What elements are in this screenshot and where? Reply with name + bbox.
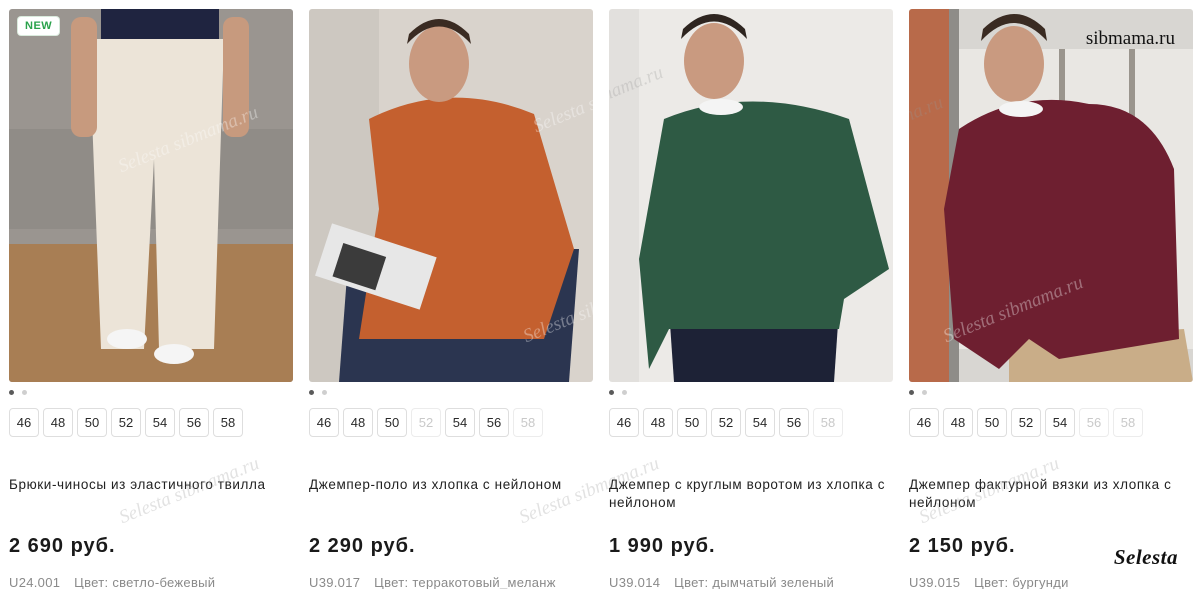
- size-option: 56: [1079, 408, 1109, 437]
- product-title[interactable]: Джемпер фактурной вязки из хлопка с нейл…: [909, 476, 1193, 512]
- size-option[interactable]: 50: [677, 408, 707, 437]
- product-card[interactable]: Selesta sibmama.ru Selesta sibmama.ru 46…: [309, 9, 593, 589]
- size-option: 58: [513, 408, 543, 437]
- product-sku: U39.015: [909, 575, 961, 589]
- size-option[interactable]: 48: [943, 408, 973, 437]
- size-option[interactable]: 48: [343, 408, 373, 437]
- product-title[interactable]: Джемпер с круглым воротом из хлопка с не…: [609, 476, 893, 512]
- size-option[interactable]: 56: [779, 408, 809, 437]
- product-meta: U39.014 Цвет: дымчатый зеленый: [609, 575, 834, 589]
- size-option[interactable]: 54: [1045, 408, 1075, 437]
- size-option[interactable]: 48: [643, 408, 673, 437]
- product-price: 1 990 руб.: [609, 535, 716, 557]
- product-meta: U39.015 Цвет: бургунди: [909, 575, 1069, 589]
- size-option[interactable]: 50: [377, 408, 407, 437]
- product-card[interactable]: sibmama.ru Selesta sibmama.ru Selesta si…: [909, 9, 1193, 589]
- carousel-dot[interactable]: [22, 390, 27, 395]
- product-photo[interactable]: sibmama.ru Selesta sibmama.ru Selesta si…: [909, 9, 1193, 382]
- product-photo[interactable]: NEW Selesta sibmama.ru: [9, 9, 293, 382]
- size-option[interactable]: 54: [745, 408, 775, 437]
- product-image: [309, 9, 593, 382]
- product-sku: U39.014: [609, 575, 661, 589]
- product-sku: U24.001: [9, 575, 61, 589]
- size-option[interactable]: 46: [609, 408, 639, 437]
- product-photo[interactable]: Selesta sibmama.ru: [609, 9, 893, 382]
- site-watermark: sibmama.ru: [1085, 28, 1175, 49]
- carousel-dot[interactable]: [609, 390, 614, 395]
- size-option[interactable]: 50: [77, 408, 107, 437]
- size-option[interactable]: 52: [711, 408, 741, 437]
- size-selector: 46 48 50 52 54 56 58: [609, 408, 843, 437]
- product-card[interactable]: Selesta sibmama.ru 46485052545658 Джемпе…: [609, 9, 893, 589]
- carousel-dot[interactable]: [9, 390, 14, 395]
- size-option[interactable]: 58: [213, 408, 243, 437]
- size-selector: 46 48 50 52 54 56 58: [9, 408, 243, 437]
- product-meta: U39.017 Цвет: терракотовый_меланж: [309, 575, 556, 589]
- size-option[interactable]: 54: [445, 408, 475, 437]
- size-option[interactable]: 48: [43, 408, 73, 437]
- carousel-dot[interactable]: [322, 390, 327, 395]
- product-color: Цвет: терракотовый_меланж: [374, 575, 556, 589]
- size-selector: 46 48 50 52 54 56 58: [909, 408, 1143, 437]
- size-option[interactable]: 56: [479, 408, 509, 437]
- size-option: 52: [411, 408, 441, 437]
- carousel-dot[interactable]: [309, 390, 314, 395]
- product-title[interactable]: Брюки-чиносы из эластичного твилла: [9, 476, 293, 494]
- product-title[interactable]: Джемпер-поло из хлопка с нейлоном: [309, 476, 593, 494]
- size-option[interactable]: 46: [909, 408, 939, 437]
- size-option: 58: [1113, 408, 1143, 437]
- product-price: 2 150 руб.: [909, 535, 1016, 557]
- carousel-dot[interactable]: [922, 390, 927, 395]
- size-option: 58: [813, 408, 843, 437]
- new-badge: NEW: [18, 17, 60, 35]
- size-option[interactable]: 46: [309, 408, 339, 437]
- product-color: Цвет: бургунди: [974, 575, 1069, 589]
- carousel-dot[interactable]: [622, 390, 627, 395]
- size-option[interactable]: 54: [145, 408, 175, 437]
- size-option[interactable]: 56: [179, 408, 209, 437]
- size-option[interactable]: 50: [977, 408, 1007, 437]
- product-image: [909, 9, 1193, 382]
- size-option[interactable]: 46: [9, 408, 39, 437]
- product-color: Цвет: дымчатый зеленый: [674, 575, 835, 589]
- product-grid: NEW Selesta sibmama.ru 46 48 50 52 54 56 58 Бр…: [0, 0, 1200, 589]
- product-meta: U24.001 Цвет: светло-бежевый: [9, 575, 215, 589]
- carousel-dot[interactable]: [909, 390, 914, 395]
- product-color: Цвет: светло-бежевый: [74, 575, 216, 589]
- size-option[interactable]: 52: [111, 408, 141, 437]
- product-image: [609, 9, 893, 382]
- product-sku: U39.017: [309, 575, 361, 589]
- product-card[interactable]: NEW Selesta sibmama.ru 46 48 50 52 54 56 58 Бр…: [9, 9, 293, 589]
- size-selector: 46 48 50 52 54 56 58: [309, 408, 543, 437]
- size-option[interactable]: 52: [1011, 408, 1041, 437]
- product-price: 2 690 руб.: [9, 535, 116, 557]
- product-image: [9, 9, 293, 382]
- product-price: 2 290 руб.: [309, 535, 416, 557]
- brand-watermark: Selesta: [1113, 545, 1178, 569]
- product-photo[interactable]: Selesta sibmama.ru Selesta sibmama.ru: [309, 9, 593, 382]
